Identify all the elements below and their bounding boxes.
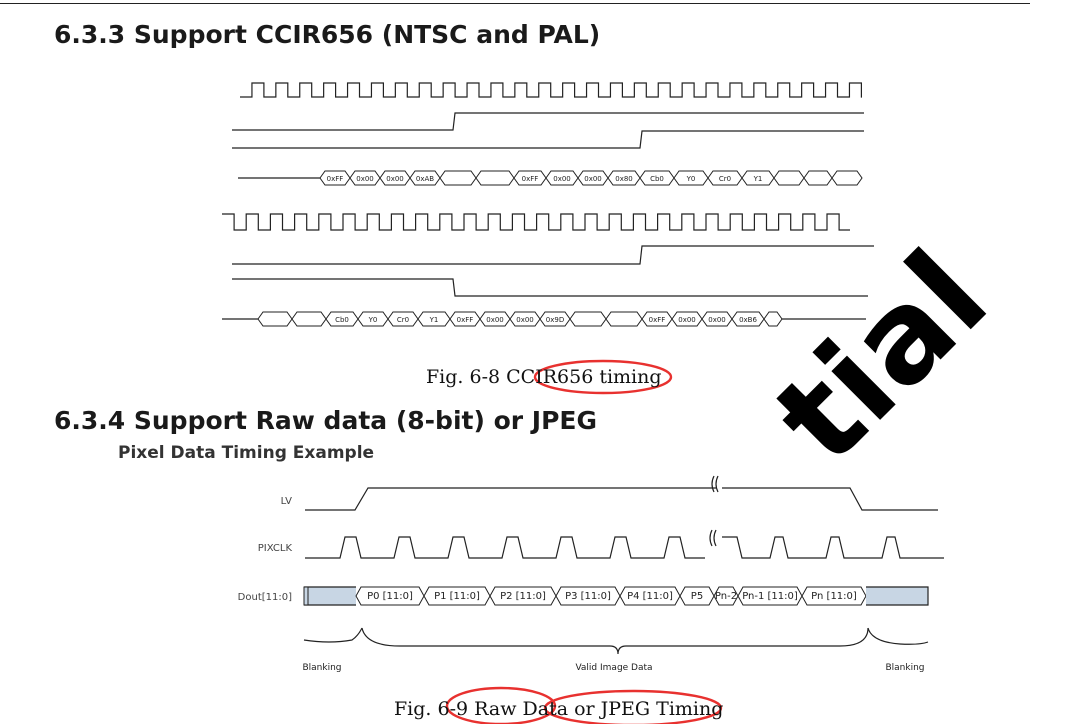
ccir-row2-cell-13-label: 0x00 bbox=[678, 316, 696, 324]
dout-cell-4-label: P4 [11:0] bbox=[627, 591, 673, 602]
subtitle-pixel-timing: Pixel Data Timing Example bbox=[118, 443, 375, 463]
ccir-row1-cell-4 bbox=[439, 170, 477, 186]
caption-fig-6-9-prefix: Fig. 6- bbox=[394, 698, 457, 720]
ccir-row2-cell-15-label: 0xB6 bbox=[739, 316, 757, 324]
ccir-row2-cell-2-label: Cb0 bbox=[335, 316, 349, 324]
ccir-clock-2 bbox=[222, 213, 850, 231]
ccir-row1-cell-3-label: 0xAB bbox=[416, 175, 434, 183]
dout-cell-0-label: P0 [11:0] bbox=[367, 591, 413, 602]
ccir-row1-cell-1-label: 0x00 bbox=[356, 175, 374, 183]
confidential-watermark: tial bbox=[747, 223, 1015, 491]
signal-label-2: Dout[11:0] bbox=[238, 592, 292, 603]
ccir-clock-1 bbox=[240, 82, 862, 98]
ccir-row1-cell-16 bbox=[831, 170, 863, 186]
dout-cell-2-label: P2 [11:0] bbox=[500, 591, 546, 602]
ccir-signal-1 bbox=[232, 112, 864, 131]
pixclk-break bbox=[709, 529, 717, 547]
ccir-row1-cell-11-label: Y0 bbox=[686, 175, 696, 183]
dout-cell-1-label: P1 [11:0] bbox=[434, 591, 480, 602]
ccir-row1-cell-9-label: 0x80 bbox=[615, 175, 633, 183]
ccir-row2-cell-5-label: Y1 bbox=[429, 316, 439, 324]
timing-diagrams: 0xFF 0x00 0x00 0xAB 0xFF 0x00 0x00 0x80 Cb0 Y0 Cr0… bbox=[222, 82, 1015, 724]
ccir-row2-cell-4-label: Cr0 bbox=[397, 316, 409, 324]
bracket-blanking-right bbox=[867, 627, 929, 645]
ccir-row2-cell-11 bbox=[605, 311, 643, 327]
dout-start bbox=[303, 586, 309, 606]
dout-idle-fill-b bbox=[866, 587, 928, 605]
dout-cell-6-label: Pn-2 bbox=[715, 591, 737, 602]
caption-fig-6-9-mid: 9 Raw Data bbox=[456, 698, 569, 720]
ccir-row2-cell-16 bbox=[763, 311, 783, 327]
caption-fig-6-9-or: or bbox=[568, 698, 601, 720]
raw-data-timing-diagram: LV PIXCLK Dout[11:0] P0 [11:0] P1 [11:0] P2 [… bbox=[238, 475, 944, 673]
bracket-label-0: Blanking bbox=[302, 663, 341, 673]
ccir-row2-cell-8-label: 0x00 bbox=[516, 316, 534, 324]
ccir-row2-cell-0 bbox=[257, 311, 293, 327]
ccir-row1-cell-7-label: 0x00 bbox=[553, 175, 571, 183]
pixclk-signal-b bbox=[722, 536, 944, 559]
ccir-row1-cell-14 bbox=[773, 170, 805, 186]
dout-cell-5-label: P5 bbox=[691, 591, 703, 602]
watermark-text: tial bbox=[747, 223, 1015, 491]
ccir-row2-cell-12-label: 0xFF bbox=[649, 316, 666, 324]
ccir-row1-cell-10-label: Cb0 bbox=[650, 175, 664, 183]
ccir-row2-cell-14-label: 0x00 bbox=[708, 316, 726, 324]
ccir-row2-cell-9-label: 0x9D bbox=[546, 316, 564, 324]
ccir-row1-cell-12-label: Cr0 bbox=[719, 175, 731, 183]
dout-idle-fill-a bbox=[304, 587, 356, 605]
bracket-blanking-left bbox=[303, 627, 363, 643]
caption-fig-6-8-highlight: CCIR656 timing bbox=[506, 366, 662, 388]
bracket-label-2: Blanking bbox=[885, 663, 924, 673]
ccir-row2-cell-7-label: 0x00 bbox=[486, 316, 504, 324]
ccir-row1-cell-0-label: 0xFF bbox=[327, 175, 344, 183]
bracket-label-1: Valid Image Data bbox=[575, 663, 652, 673]
lv-break bbox=[711, 475, 719, 493]
ccir-row1-cell-6-label: 0xFF bbox=[522, 175, 539, 183]
signal-label-0: LV bbox=[281, 496, 292, 507]
lv-signal-b bbox=[722, 487, 938, 511]
ccir-signal-4 bbox=[232, 278, 868, 297]
ccir-row2-cell-6-label: 0xFF bbox=[457, 316, 474, 324]
ccir-row2-cell-10 bbox=[569, 311, 607, 327]
caption-fig-6-8-prefix: Fig. 6-8 bbox=[426, 366, 507, 388]
ccir-row1-cell-2-label: 0x00 bbox=[386, 175, 404, 183]
bracket-valid bbox=[361, 627, 869, 655]
ccir-signal-2 bbox=[232, 130, 864, 149]
ccir-row1-cell-5 bbox=[475, 170, 515, 186]
ccir-row1-cell-15 bbox=[803, 170, 833, 186]
ccir-row1-cell-8-label: 0x00 bbox=[584, 175, 602, 183]
ccir656-timing-diagram: 0xFF 0x00 0x00 0xAB 0xFF 0x00 0x00 0x80 Cb0 Y0 Cr0… bbox=[222, 82, 874, 327]
dout-cell-3-label: P3 [11:0] bbox=[565, 591, 611, 602]
signal-label-1: PIXCLK bbox=[258, 543, 293, 554]
ccir-row2-cell-3-label: Y0 bbox=[368, 316, 378, 324]
ccir-signal-3 bbox=[232, 245, 874, 265]
ccir-row1-cell-13-label: Y1 bbox=[753, 175, 763, 183]
caption-fig-6-9-end: JPEG Timing bbox=[600, 698, 724, 720]
heading-raw-data-jpeg: 6.3.4 Support Raw data (8-bit) or JPEG bbox=[54, 406, 598, 435]
caption-fig-6-9: Fig. 6-9 Raw Data or JPEG Timing bbox=[394, 698, 723, 720]
pixclk-signal-a bbox=[305, 536, 705, 559]
dout-cell-8-label: Pn [11:0] bbox=[811, 591, 857, 602]
caption-fig-6-8: Fig. 6-8 CCIR656 timing bbox=[426, 366, 662, 388]
dout-cell-7-label: Pn-1 [11:0] bbox=[742, 591, 798, 602]
ccir-row2-cell-1 bbox=[291, 311, 327, 327]
lv-signal-a bbox=[305, 487, 716, 511]
